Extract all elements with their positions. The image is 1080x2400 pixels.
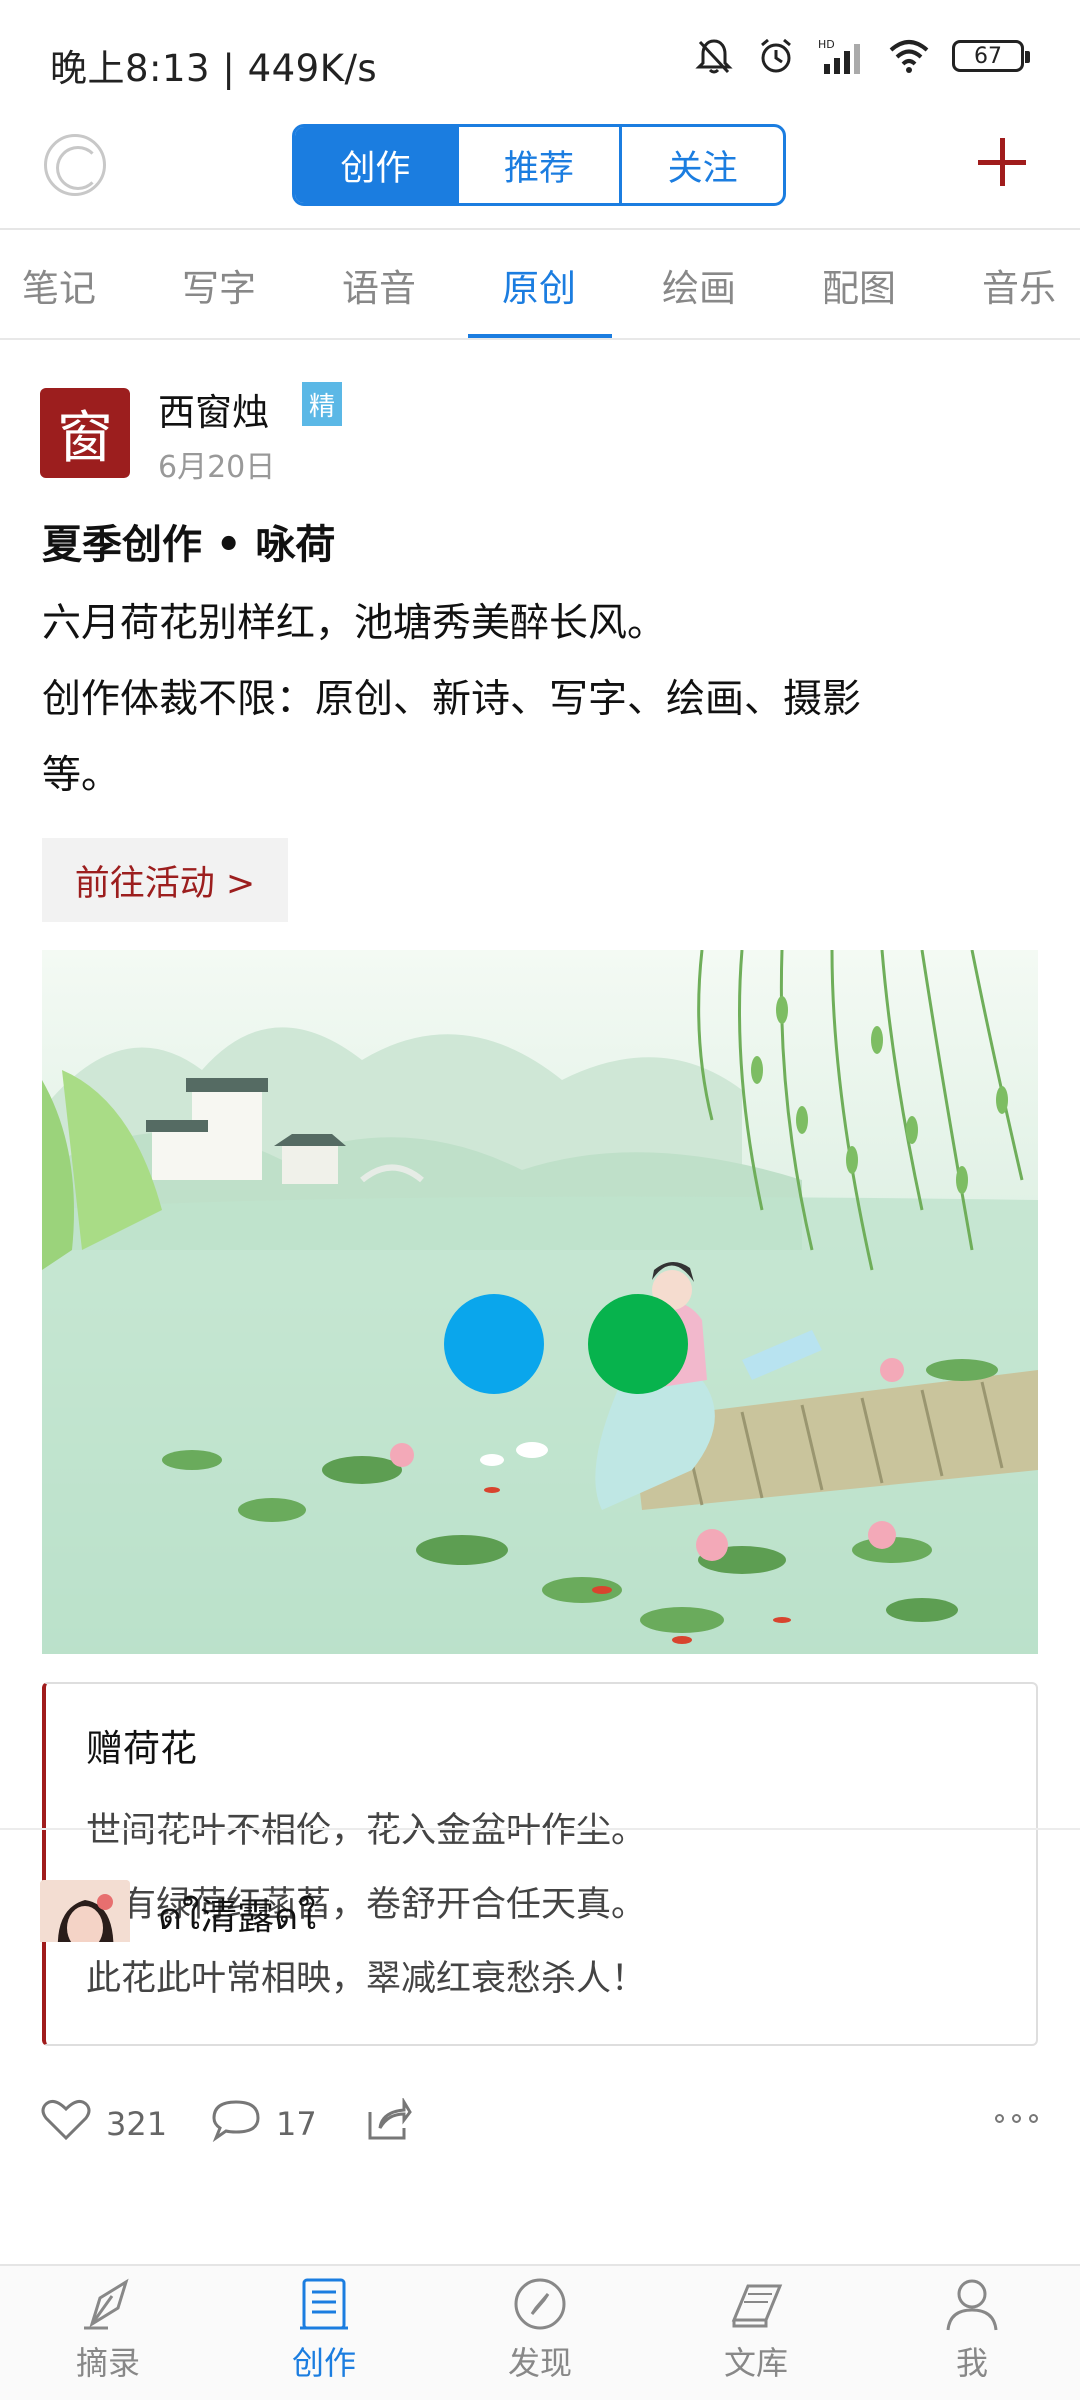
poem-line: 此花此叶常相映，翠减红衰愁杀人！ [86,1959,647,1999]
author-avatar[interactable]: 窗 [40,388,130,478]
nav-label: 创作 [291,2344,356,2382]
nav-library[interactable]: 文库 [648,2276,864,2384]
like-count: 321 [106,2105,168,2143]
share-icon [366,2096,412,2150]
post-title: 夏季创作 • 咏荷 [42,522,336,568]
post-body-line: 六月荷花别样红，池塘秀美醉长风。 [42,601,667,646]
refresh-icon[interactable] [44,134,106,196]
comment-bubble-icon [210,2098,262,2150]
network-type-label: HD [818,38,835,51]
top-header: 创作 推荐 关注 [0,120,1080,230]
alarm-icon [756,36,796,76]
post-body-line: 等。 [42,753,121,798]
poem-title: 赠荷花 [86,1727,197,1770]
tab-music[interactable]: 音乐 [982,258,1056,312]
share-button[interactable] [366,2096,412,2150]
nav-label: 发现 [507,2344,572,2382]
post-illustration[interactable] [42,950,1038,1654]
segment-recommend[interactable]: 推荐 [459,127,623,203]
share-circle-blue[interactable] [444,1294,544,1394]
tab-illustration[interactable]: 配图 [822,258,896,312]
heart-icon [40,2098,92,2150]
tab-original[interactable]: 原创 [502,258,576,312]
post-body-line: 创作体裁不限：原创、新诗、写字、绘画、摄影 [42,677,862,722]
segment-control: 创作 推荐 关注 [292,124,786,206]
post-actions: 321 17 [0,2084,1080,2164]
go-to-event-button[interactable]: 前往活动 > [42,838,288,922]
document-icon [294,2276,354,2332]
post-body: 六月荷花别样红，池塘秀美醉长风。 创作体裁不限：原创、新诗、写字、绘画、摄影 等… [42,586,1042,814]
nav-excerpts[interactable]: 摘录 [0,2276,216,2384]
quill-pen-icon [78,2276,138,2332]
segment-follow[interactable]: 关注 [622,127,783,203]
share-circle-green[interactable] [588,1294,688,1394]
next-author-avatar[interactable] [40,1880,130,1942]
bottom-nav: 摘录 创作 发现 文库 我 [0,2264,1080,2400]
nav-create[interactable]: 创作 [216,2276,432,2384]
compass-icon [510,2276,570,2332]
nav-label: 摘录 [75,2344,140,2382]
active-tab-indicator [468,334,612,338]
more-options-icon[interactable] [995,2114,1038,2123]
author-name[interactable]: 西窗烛 [158,382,269,436]
wifi-icon [888,36,930,76]
mute-bell-icon [694,36,734,76]
nav-label: 文库 [723,2344,788,2382]
battery-level: 67 [974,43,1002,69]
tab-voice[interactable]: 语音 [342,258,416,312]
category-tabs: 笔记 写字 语音 原创 绘画 配图 音乐 [0,232,1080,340]
user-icon [942,2276,1002,2332]
signal-icon: HD [818,36,866,76]
comment-button[interactable]: 17 [210,2098,317,2150]
like-button[interactable]: 321 [40,2098,167,2150]
status-bar: 晚上8:13 | 449K/s HD 67 [0,0,1080,120]
status-time-speed: 晚上8:13 | 449K/s [50,47,378,90]
tab-notes[interactable]: 笔记 [22,258,96,312]
featured-badge: 精 [302,382,342,426]
books-icon [726,2276,786,2332]
add-icon[interactable] [978,138,1026,186]
next-post-card: ดใ清露ดใ [0,1842,1080,1942]
status-icons: HD 67 [694,36,1030,76]
segment-create[interactable]: 创作 [295,127,459,203]
tab-painting[interactable]: 绘画 [662,258,736,312]
comment-count: 17 [276,2105,317,2143]
post-date: 6月20日 [158,450,276,485]
post-divider [0,1828,1080,1830]
nav-label: 我 [955,2344,988,2382]
avatar-glyph: 窗 [57,405,113,471]
nav-me[interactable]: 我 [864,2276,1080,2384]
tab-writing[interactable]: 写字 [182,258,256,312]
nav-discover[interactable]: 发现 [432,2276,648,2384]
next-author-name[interactable]: ดใ清露ดใ [158,1886,316,1942]
battery-icon: 67 [952,40,1030,72]
